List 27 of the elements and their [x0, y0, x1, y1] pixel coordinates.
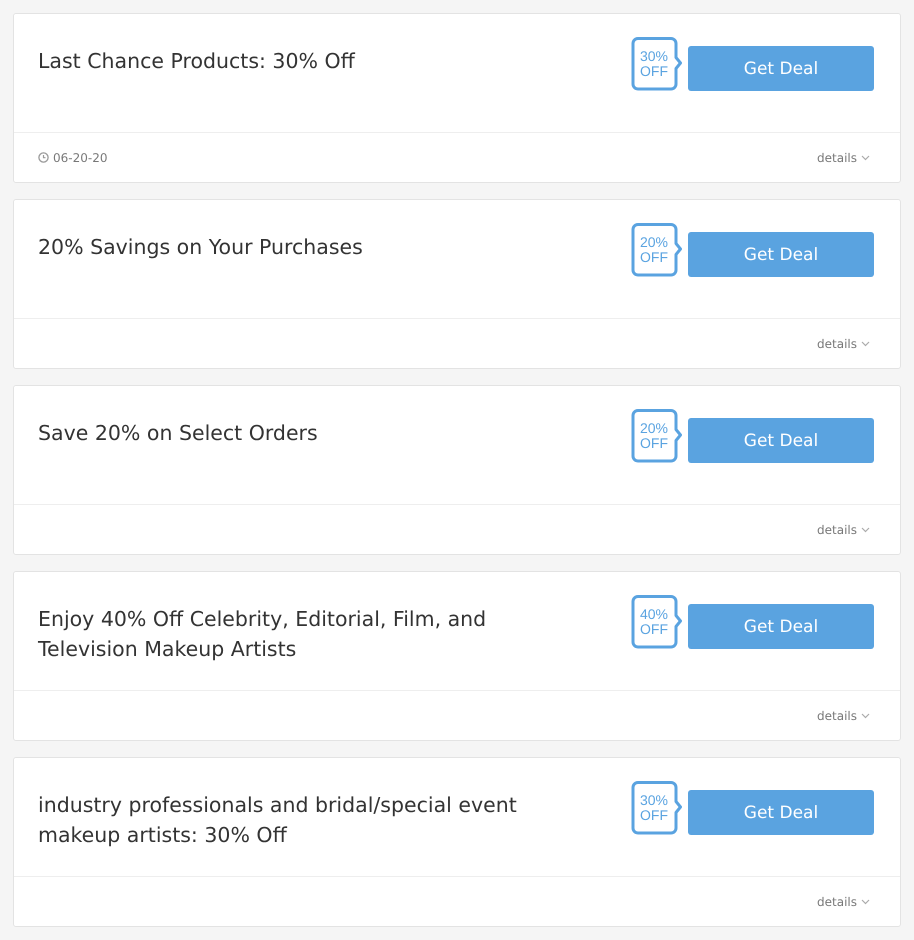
details-link[interactable]: details: [817, 150, 870, 164]
discount-badge: 30% OFF: [631, 781, 682, 835]
chevron-down-icon: [861, 526, 870, 532]
get-deal-button[interactable]: Get Deal: [688, 604, 874, 649]
deal-title: Save 20% on Select Orders: [38, 420, 319, 447]
discount-badge: 20% OFF: [631, 409, 682, 463]
chevron-down-icon: [861, 154, 870, 160]
deal-title: 20% Savings on Your Purchases: [38, 234, 364, 261]
details-link[interactable]: details: [817, 708, 870, 722]
get-deal-button[interactable]: Get Deal: [688, 46, 874, 91]
details-link[interactable]: details: [817, 336, 870, 350]
details-link[interactable]: details: [817, 522, 870, 536]
deal-title: Enjoy 40% Off Celebrity, Editorial, Film, and Television Makeup Artists: [38, 606, 488, 663]
discount-badge: 30% OFF: [631, 37, 682, 91]
expiry-date: 06-20-20: [53, 150, 108, 164]
discount-badge: 20% OFF: [631, 223, 682, 277]
chevron-down-icon: [861, 712, 870, 718]
deal-title: Last Chance Products: 30% Off: [38, 48, 356, 75]
details-link[interactable]: details: [817, 894, 870, 908]
deal-title: industry professionals and bridal/special event makeup artists: 30% Off: [38, 792, 518, 849]
chevron-down-icon: [861, 898, 870, 904]
get-deal-button[interactable]: Get Deal: [688, 790, 874, 835]
get-deal-button[interactable]: Get Deal: [688, 232, 874, 277]
chevron-down-icon: [861, 340, 870, 346]
get-deal-button[interactable]: Get Deal: [688, 418, 874, 463]
discount-badge: 40% OFF: [631, 595, 682, 649]
clock-icon: [38, 152, 49, 163]
